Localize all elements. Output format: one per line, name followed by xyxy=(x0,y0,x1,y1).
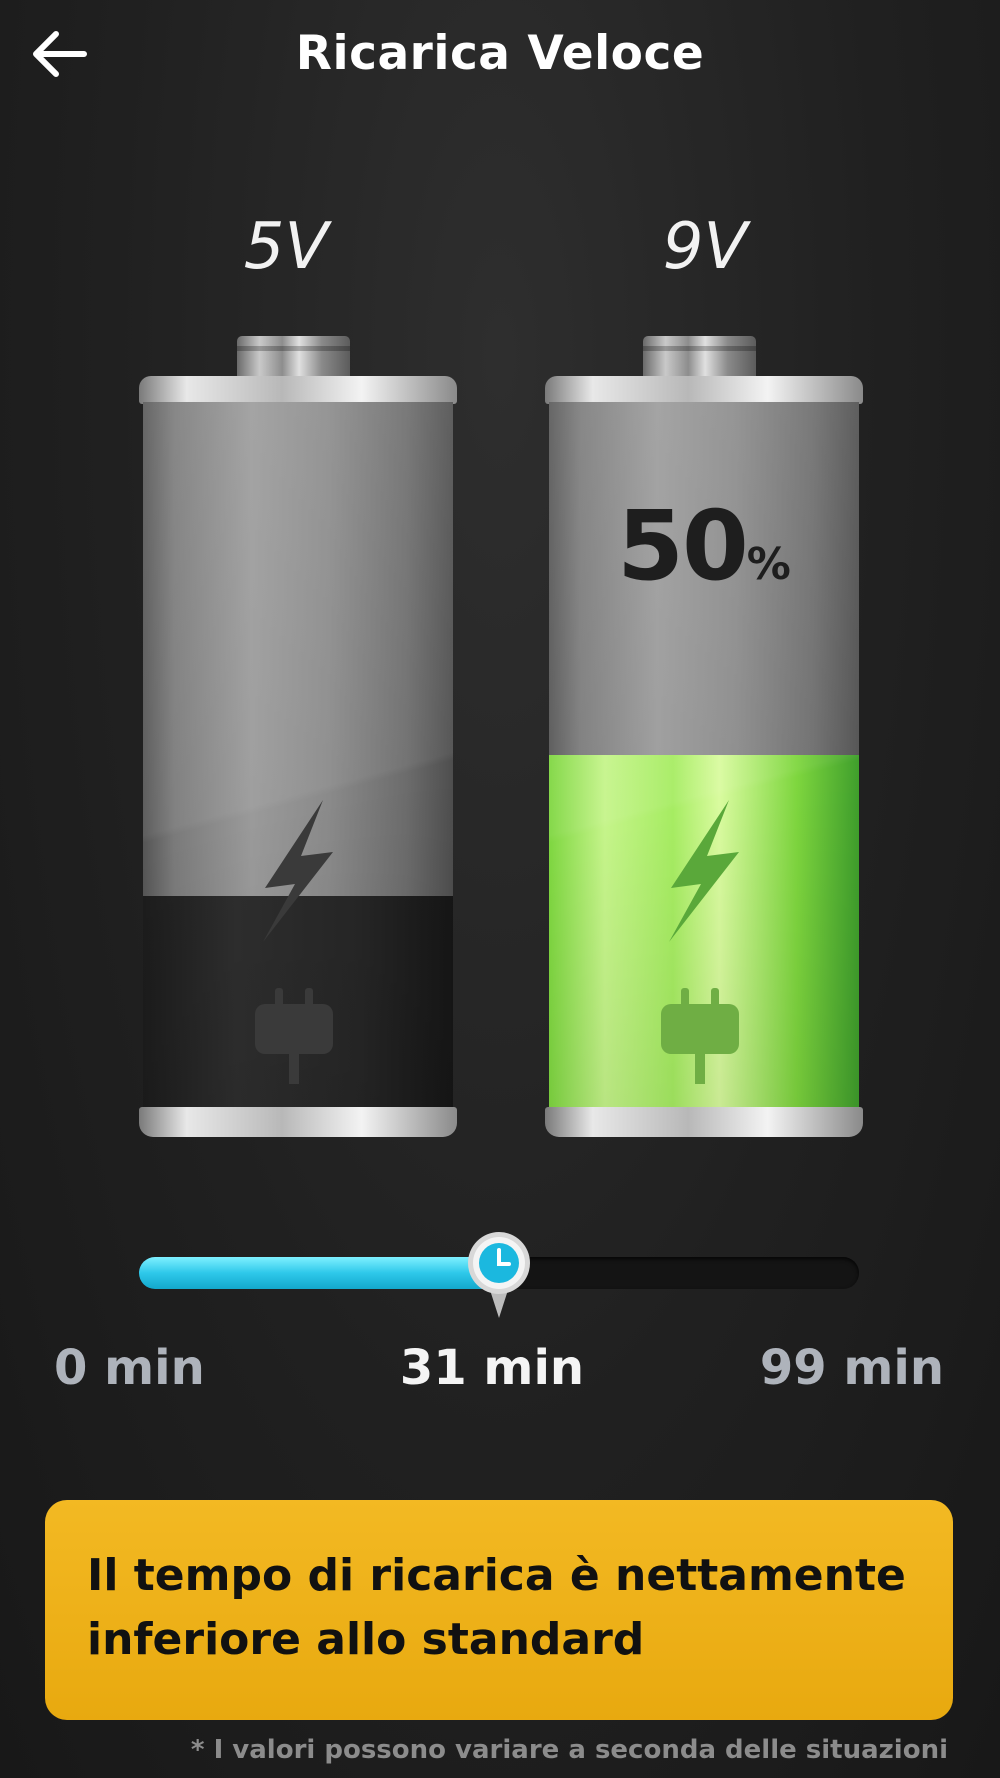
charge-percent: 50% xyxy=(549,490,859,602)
slider-current-label: 31 min xyxy=(399,1340,585,1396)
voltage-label-5v: 5V xyxy=(243,210,329,284)
battery-cap xyxy=(643,336,756,378)
plug-icon xyxy=(255,988,333,1084)
charge-percent-value: 50 xyxy=(617,490,749,602)
battery-cap xyxy=(237,336,350,378)
plug-icon xyxy=(661,988,739,1084)
slider-min-label: 0 min xyxy=(54,1340,205,1396)
time-slider-fill xyxy=(139,1257,499,1289)
battery-rim-top xyxy=(545,376,863,404)
banner-text: Il tempo di ricarica è nettamente inferi… xyxy=(87,1550,906,1665)
lightning-bolt-icon xyxy=(263,800,333,942)
slider-max-label: 99 min xyxy=(759,1340,944,1396)
clock-icon xyxy=(468,1232,530,1318)
page-title: Ricarica Veloce xyxy=(295,26,705,81)
charge-percent-sign: % xyxy=(746,539,791,590)
battery-5v xyxy=(139,336,457,1142)
battery-rim-top xyxy=(139,376,457,404)
battery-9v: 50% xyxy=(545,336,863,1142)
lightning-bolt-icon xyxy=(669,800,739,942)
voltage-label-9v: 9V xyxy=(662,210,748,284)
footnote: * I valori possono variare a seconda del… xyxy=(190,1735,948,1765)
info-banner: Il tempo di ricarica è nettamente inferi… xyxy=(45,1500,953,1720)
battery-rim-bottom xyxy=(545,1107,863,1137)
battery-rim-bottom xyxy=(139,1107,457,1137)
time-slider-thumb[interactable] xyxy=(466,1230,532,1318)
